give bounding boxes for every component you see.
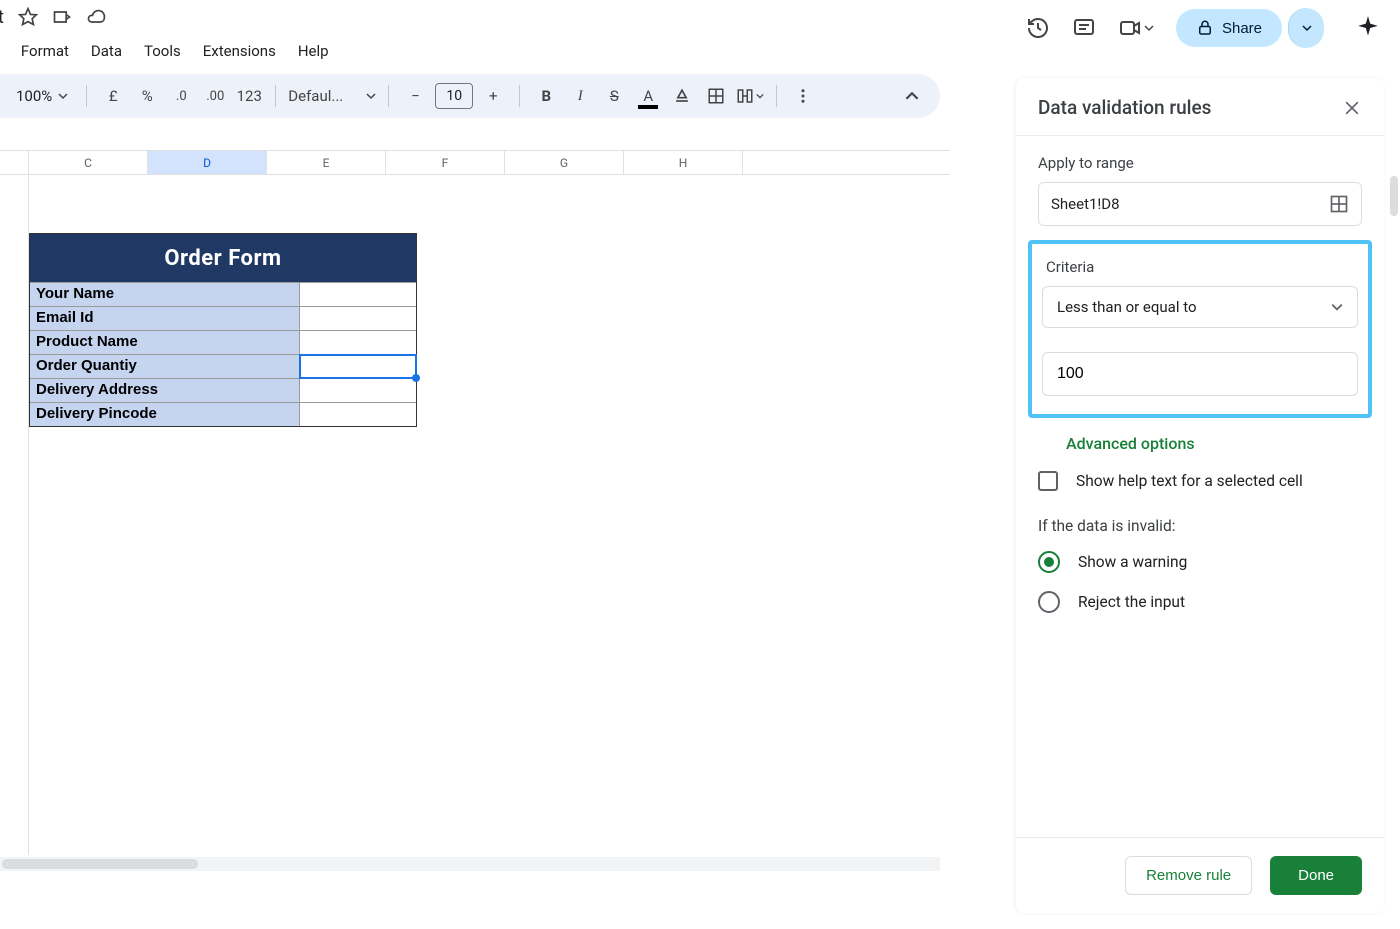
font-size-decrease[interactable]: − xyxy=(401,82,429,110)
comment-icon[interactable] xyxy=(1072,16,1096,40)
star-icon[interactable] xyxy=(18,7,38,27)
text-color-button[interactable]: A xyxy=(634,82,662,110)
meet-icon[interactable] xyxy=(1118,16,1154,40)
fill-color-button[interactable] xyxy=(668,82,696,110)
col-header-d[interactable]: D xyxy=(148,151,267,174)
col-header-f[interactable]: F xyxy=(386,151,505,174)
cell-order-quantity[interactable] xyxy=(300,355,416,378)
col-header-g[interactable]: G xyxy=(505,151,624,174)
criteria-option: Less than or equal to xyxy=(1057,298,1197,316)
zoom-select[interactable]: 100% xyxy=(10,87,74,105)
strike-button[interactable]: S xyxy=(600,82,628,110)
criteria-highlight: Criteria Less than or equal to xyxy=(1028,240,1372,418)
corner-cell[interactable] xyxy=(0,151,29,174)
label-delivery-pincode: Delivery Pincode xyxy=(30,403,300,426)
label-email-id: Email Id xyxy=(30,307,300,330)
criteria-select[interactable]: Less than or equal to xyxy=(1042,286,1358,328)
decrease-decimal-button[interactable]: .0 xyxy=(167,82,195,110)
col-header-h[interactable]: H xyxy=(624,151,743,174)
cell-email-id[interactable] xyxy=(300,307,416,330)
horizontal-scrollbar[interactable] xyxy=(0,857,940,871)
history-icon[interactable] xyxy=(1026,16,1050,40)
increase-decimal-button[interactable]: .00 xyxy=(201,82,229,110)
font-size-increase[interactable]: + xyxy=(479,82,507,110)
radio-show-warning[interactable] xyxy=(1038,551,1060,573)
criteria-value-input[interactable] xyxy=(1042,352,1358,396)
radio-show-warning-label: Show a warning xyxy=(1078,553,1187,571)
menu-item-extensions[interactable]: Extensions xyxy=(193,36,286,66)
cell-your-name[interactable] xyxy=(300,283,416,306)
gemini-icon[interactable] xyxy=(1354,14,1382,42)
spreadsheet-grid[interactable]: C D E F G H Order Form Your Name Email I… xyxy=(0,150,950,869)
menu-item-partial[interactable]: t xyxy=(0,36,9,66)
cloud-icon[interactable] xyxy=(86,7,106,27)
menu-item-tools[interactable]: Tools xyxy=(134,36,191,66)
label-product-name: Product Name xyxy=(30,331,300,354)
criteria-label: Criteria xyxy=(1046,258,1358,276)
merge-button[interactable] xyxy=(736,82,764,110)
label-your-name: Your Name xyxy=(30,283,300,306)
order-form-title: Order Form xyxy=(30,234,416,282)
collapse-toolbar-icon[interactable] xyxy=(898,82,926,110)
zoom-value: 100% xyxy=(16,87,52,105)
share-dropdown[interactable] xyxy=(1288,8,1324,48)
font-size-input[interactable]: 10 xyxy=(435,83,473,109)
menu-item-help[interactable]: Help xyxy=(288,36,339,66)
range-value: Sheet1!D8 xyxy=(1051,195,1120,213)
label-delivery-address: Delivery Address xyxy=(30,379,300,402)
more-button[interactable] xyxy=(789,82,817,110)
doc-title-partial: t xyxy=(0,7,4,28)
radio-reject-input-label: Reject the input xyxy=(1078,593,1185,611)
font-name-label: Defaul... xyxy=(288,87,360,105)
cell-delivery-address[interactable] xyxy=(300,379,416,402)
vertical-scrollbar[interactable] xyxy=(1390,176,1398,216)
select-range-icon[interactable] xyxy=(1329,194,1349,214)
apply-range-label: Apply to range xyxy=(1038,154,1362,172)
panel-title: Data validation rules xyxy=(1038,96,1211,119)
close-icon[interactable] xyxy=(1342,98,1362,118)
share-label: Share xyxy=(1222,20,1262,37)
help-text-label: Show help text for a selected cell xyxy=(1076,472,1303,490)
range-input[interactable]: Sheet1!D8 xyxy=(1038,182,1362,226)
currency-button[interactable]: £ xyxy=(99,82,127,110)
help-text-checkbox[interactable] xyxy=(1038,471,1058,491)
menu-item-data[interactable]: Data xyxy=(81,36,132,66)
column-headers: C D E F G H xyxy=(0,151,950,175)
bold-button[interactable]: B xyxy=(532,82,560,110)
order-form-table: Order Form Your Name Email Id Product Na… xyxy=(29,233,417,427)
percent-button[interactable]: % xyxy=(133,82,161,110)
borders-button[interactable] xyxy=(702,82,730,110)
data-validation-panel: Data validation rules Apply to range She… xyxy=(1016,78,1384,913)
advanced-options-link[interactable]: Advanced options xyxy=(1066,434,1362,453)
menu-item-format[interactable]: Format xyxy=(11,36,79,66)
move-icon[interactable] xyxy=(52,7,72,27)
label-order-quantity: Order Quantiy xyxy=(30,355,300,378)
share-button[interactable]: Share xyxy=(1176,9,1282,47)
radio-reject-input[interactable] xyxy=(1038,591,1060,613)
remove-rule-button[interactable]: Remove rule xyxy=(1125,856,1252,895)
font-select[interactable]: Defaul... xyxy=(288,82,376,110)
col-header-c[interactable]: C xyxy=(29,151,148,174)
done-button[interactable]: Done xyxy=(1270,856,1362,895)
cell-product-name[interactable] xyxy=(300,331,416,354)
cell-delivery-pincode[interactable] xyxy=(300,403,416,426)
invalid-data-label: If the data is invalid: xyxy=(1038,517,1362,535)
col-header-e[interactable]: E xyxy=(267,151,386,174)
number-format-button[interactable]: 123 xyxy=(235,82,263,110)
toolbar: 100% £ % .0 .00 123 Defaul... − 10 + B I… xyxy=(0,74,940,118)
italic-button[interactable]: I xyxy=(566,82,594,110)
